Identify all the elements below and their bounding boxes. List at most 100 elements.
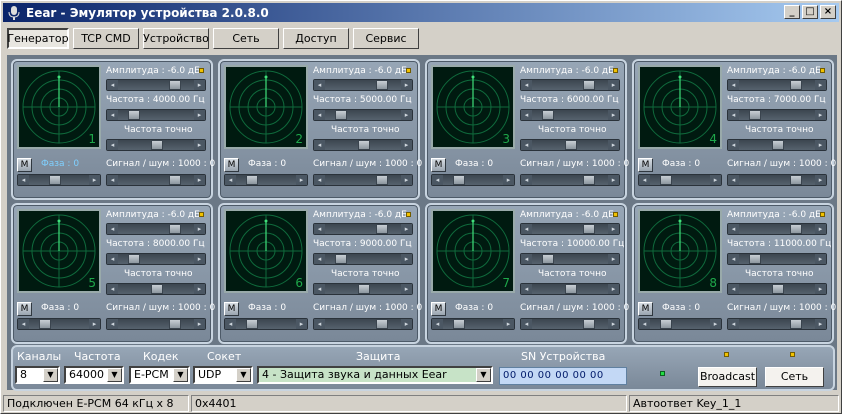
- mute-button[interactable]: M: [224, 158, 239, 172]
- slider-thumb[interactable]: [168, 319, 181, 329]
- mute-button[interactable]: M: [431, 158, 446, 172]
- amplitude-slider[interactable]: ◂ ▸: [520, 223, 620, 235]
- slider-thumb[interactable]: [127, 254, 140, 264]
- amplitude-slider[interactable]: ◂ ▸: [727, 223, 827, 235]
- slider-thumb[interactable]: [582, 224, 595, 234]
- arrow-left-icon[interactable]: ◂: [728, 175, 739, 185]
- tab-2[interactable]: Устройство: [143, 28, 209, 49]
- broadcast-button[interactable]: Broadcast: [698, 367, 757, 387]
- arrow-left-icon[interactable]: ◂: [728, 80, 739, 90]
- arrow-right-icon[interactable]: ▸: [401, 175, 412, 185]
- tab-0[interactable]: Генератор: [7, 28, 69, 49]
- arrow-right-icon[interactable]: ▸: [815, 224, 826, 234]
- slider-thumb[interactable]: [452, 319, 465, 329]
- slider-thumb[interactable]: [334, 110, 347, 120]
- arrow-left-icon[interactable]: ◂: [432, 319, 443, 329]
- frequency-slider[interactable]: ◂ ▸: [313, 253, 413, 265]
- fine-frequency-slider[interactable]: ◂ ▸: [727, 139, 827, 151]
- phase-slider[interactable]: ◂ ▸: [431, 318, 515, 330]
- snr-slider[interactable]: ◂ ▸: [313, 318, 413, 330]
- mute-button[interactable]: M: [17, 158, 32, 172]
- frequency-slider[interactable]: ◂ ▸: [106, 253, 206, 265]
- mute-button[interactable]: M: [638, 302, 653, 316]
- arrow-left-icon[interactable]: ◂: [314, 284, 325, 294]
- chevron-down-icon[interactable]: ▼: [107, 368, 122, 382]
- arrow-left-icon[interactable]: ◂: [432, 175, 443, 185]
- arrow-right-icon[interactable]: ▸: [194, 80, 205, 90]
- arrow-right-icon[interactable]: ▸: [608, 80, 619, 90]
- arrow-right-icon[interactable]: ▸: [89, 175, 100, 185]
- snr-slider[interactable]: ◂ ▸: [727, 318, 827, 330]
- slider-thumb[interactable]: [150, 284, 163, 294]
- arrow-left-icon[interactable]: ◂: [521, 224, 532, 234]
- fine-frequency-slider[interactable]: ◂ ▸: [727, 283, 827, 295]
- arrow-left-icon[interactable]: ◂: [521, 140, 532, 150]
- snr-slider[interactable]: ◂ ▸: [106, 174, 206, 186]
- slider-thumb[interactable]: [541, 110, 554, 120]
- fine-frequency-slider[interactable]: ◂ ▸: [520, 283, 620, 295]
- chevron-down-icon[interactable]: ▼: [476, 368, 491, 382]
- frequency-slider[interactable]: ◂ ▸: [313, 109, 413, 121]
- arrow-left-icon[interactable]: ◂: [314, 175, 325, 185]
- slider-thumb[interactable]: [245, 175, 258, 185]
- mute-button[interactable]: M: [224, 302, 239, 316]
- arrow-left-icon[interactable]: ◂: [107, 284, 118, 294]
- amplitude-slider[interactable]: ◂ ▸: [313, 79, 413, 91]
- slider-thumb[interactable]: [748, 254, 761, 264]
- arrow-left-icon[interactable]: ◂: [728, 140, 739, 150]
- amplitude-slider[interactable]: ◂ ▸: [106, 223, 206, 235]
- slider-thumb[interactable]: [127, 110, 140, 120]
- frequency-slider[interactable]: ◂ ▸: [520, 109, 620, 121]
- socket-select[interactable]: UDP ▼: [193, 366, 253, 384]
- arrow-right-icon[interactable]: ▸: [194, 140, 205, 150]
- arrow-left-icon[interactable]: ◂: [225, 175, 236, 185]
- arrow-right-icon[interactable]: ▸: [608, 224, 619, 234]
- slider-thumb[interactable]: [789, 319, 802, 329]
- slider-thumb[interactable]: [375, 175, 388, 185]
- arrow-left-icon[interactable]: ◂: [225, 319, 236, 329]
- arrow-right-icon[interactable]: ▸: [401, 254, 412, 264]
- arrow-left-icon[interactable]: ◂: [107, 80, 118, 90]
- arrow-left-icon[interactable]: ◂: [639, 175, 650, 185]
- arrow-right-icon[interactable]: ▸: [401, 80, 412, 90]
- slider-thumb[interactable]: [789, 224, 802, 234]
- slider-thumb[interactable]: [357, 284, 370, 294]
- arrow-left-icon[interactable]: ◂: [18, 319, 29, 329]
- arrow-left-icon[interactable]: ◂: [314, 140, 325, 150]
- slider-thumb[interactable]: [659, 175, 672, 185]
- arrow-right-icon[interactable]: ▸: [608, 254, 619, 264]
- arrow-left-icon[interactable]: ◂: [728, 254, 739, 264]
- slider-thumb[interactable]: [659, 319, 672, 329]
- arrow-left-icon[interactable]: ◂: [314, 110, 325, 120]
- phase-slider[interactable]: ◂ ▸: [431, 174, 515, 186]
- fine-frequency-slider[interactable]: ◂ ▸: [106, 139, 206, 151]
- arrow-right-icon[interactable]: ▸: [710, 175, 721, 185]
- protect-select[interactable]: 4 - Защита звука и данных Eear ▼: [257, 366, 493, 384]
- close-button[interactable]: ×: [820, 5, 836, 19]
- slider-thumb[interactable]: [789, 80, 802, 90]
- slider-thumb[interactable]: [582, 319, 595, 329]
- tab-4[interactable]: Доступ: [283, 28, 349, 49]
- arrow-right-icon[interactable]: ▸: [815, 140, 826, 150]
- arrow-left-icon[interactable]: ◂: [314, 224, 325, 234]
- fine-frequency-slider[interactable]: ◂ ▸: [313, 283, 413, 295]
- arrow-right-icon[interactable]: ▸: [608, 284, 619, 294]
- amplitude-slider[interactable]: ◂ ▸: [520, 79, 620, 91]
- phase-slider[interactable]: ◂ ▸: [17, 318, 101, 330]
- amplitude-slider[interactable]: ◂ ▸: [106, 79, 206, 91]
- arrow-left-icon[interactable]: ◂: [728, 224, 739, 234]
- slider-thumb[interactable]: [375, 80, 388, 90]
- arrow-left-icon[interactable]: ◂: [728, 284, 739, 294]
- arrow-left-icon[interactable]: ◂: [521, 284, 532, 294]
- frequency-slider[interactable]: ◂ ▸: [106, 109, 206, 121]
- arrow-right-icon[interactable]: ▸: [401, 224, 412, 234]
- arrow-left-icon[interactable]: ◂: [314, 254, 325, 264]
- arrow-left-icon[interactable]: ◂: [107, 254, 118, 264]
- arrow-left-icon[interactable]: ◂: [728, 110, 739, 120]
- arrow-left-icon[interactable]: ◂: [521, 110, 532, 120]
- arrow-right-icon[interactable]: ▸: [815, 175, 826, 185]
- arrow-right-icon[interactable]: ▸: [296, 319, 307, 329]
- maximize-button[interactable]: □: [802, 5, 818, 19]
- slider-thumb[interactable]: [334, 254, 347, 264]
- slider-thumb[interactable]: [245, 319, 258, 329]
